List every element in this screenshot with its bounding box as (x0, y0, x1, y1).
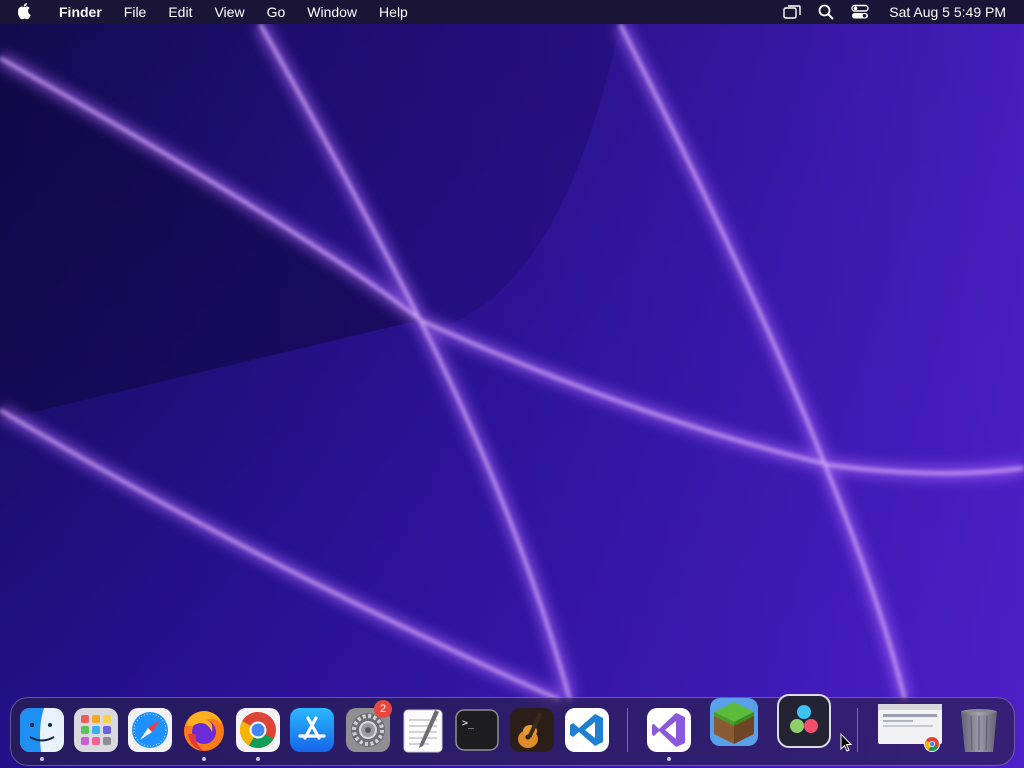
menu-go[interactable]: Go (256, 0, 297, 24)
dock-item-safari[interactable] (126, 706, 174, 754)
davinci-resolve-icon (777, 694, 831, 748)
firefox-icon (184, 711, 224, 751)
running-indicator (667, 757, 671, 761)
minecraft-icon (710, 698, 758, 746)
dock-separator (857, 708, 858, 752)
textedit-icon (403, 709, 443, 753)
menu-file[interactable]: File (113, 0, 158, 24)
dock-item-vscode[interactable] (563, 706, 611, 754)
dock-item-firefox[interactable] (180, 706, 228, 754)
dock-item-minecraft[interactable] (708, 696, 760, 748)
menu-bar: Finder File Edit View Go Window Help Sat… (0, 0, 1024, 24)
control-center-icon[interactable] (849, 2, 871, 22)
running-indicator (256, 757, 260, 761)
screen-mirroring-icon[interactable] (781, 2, 803, 22)
dock-item-launchpad[interactable] (72, 706, 120, 754)
dock: 2 >_ (10, 694, 1015, 766)
trash-icon (961, 709, 997, 752)
spotlight-search-icon[interactable] (815, 2, 837, 22)
running-indicator (40, 757, 44, 761)
dock-item-app-store[interactable] (288, 706, 336, 754)
finder-icon (20, 708, 64, 752)
dock-item-garageband[interactable] (508, 706, 556, 754)
notification-badge: 2 (374, 700, 392, 718)
dock-item-textedit[interactable] (399, 706, 447, 754)
chrome-icon (236, 708, 280, 752)
running-indicator (202, 757, 206, 761)
apple-menu-icon[interactable] (16, 2, 36, 22)
menu-window[interactable]: Window (296, 0, 368, 24)
dock-item-system-settings[interactable]: 2 (344, 700, 392, 754)
menu-app-finder[interactable]: Finder (48, 0, 113, 24)
menu-bar-clock[interactable]: Sat Aug 5 5:49 PM (889, 4, 1006, 20)
dock-item-chrome[interactable] (234, 706, 282, 754)
dock-item-davinci-resolve[interactable] (777, 694, 831, 748)
dock-item-visual-studio[interactable] (645, 706, 693, 754)
menu-edit[interactable]: Edit (157, 0, 203, 24)
launchpad-icon (74, 708, 118, 752)
status-area: Sat Aug 5 5:49 PM (775, 0, 1024, 24)
terminal-prompt: >_ (462, 718, 475, 729)
desktop-wallpaper (0, 0, 1024, 768)
dock-item-finder[interactable] (18, 706, 66, 754)
menu-help[interactable]: Help (368, 0, 419, 24)
visual-studio-icon (647, 708, 691, 752)
dock-item-terminal[interactable]: >_ (453, 706, 501, 754)
menu-view[interactable]: View (203, 0, 255, 24)
vscode-icon (565, 708, 609, 752)
dock-separator (627, 708, 628, 752)
dock-minimized-window[interactable] (877, 702, 943, 752)
safari-icon (128, 708, 172, 752)
terminal-icon: >_ (455, 709, 499, 751)
chrome-window-thumbnail (878, 704, 942, 752)
dock-item-trash[interactable] (955, 706, 1003, 754)
app-store-icon (290, 708, 334, 752)
garageband-icon (510, 708, 554, 752)
mouse-cursor-icon (840, 732, 854, 758)
